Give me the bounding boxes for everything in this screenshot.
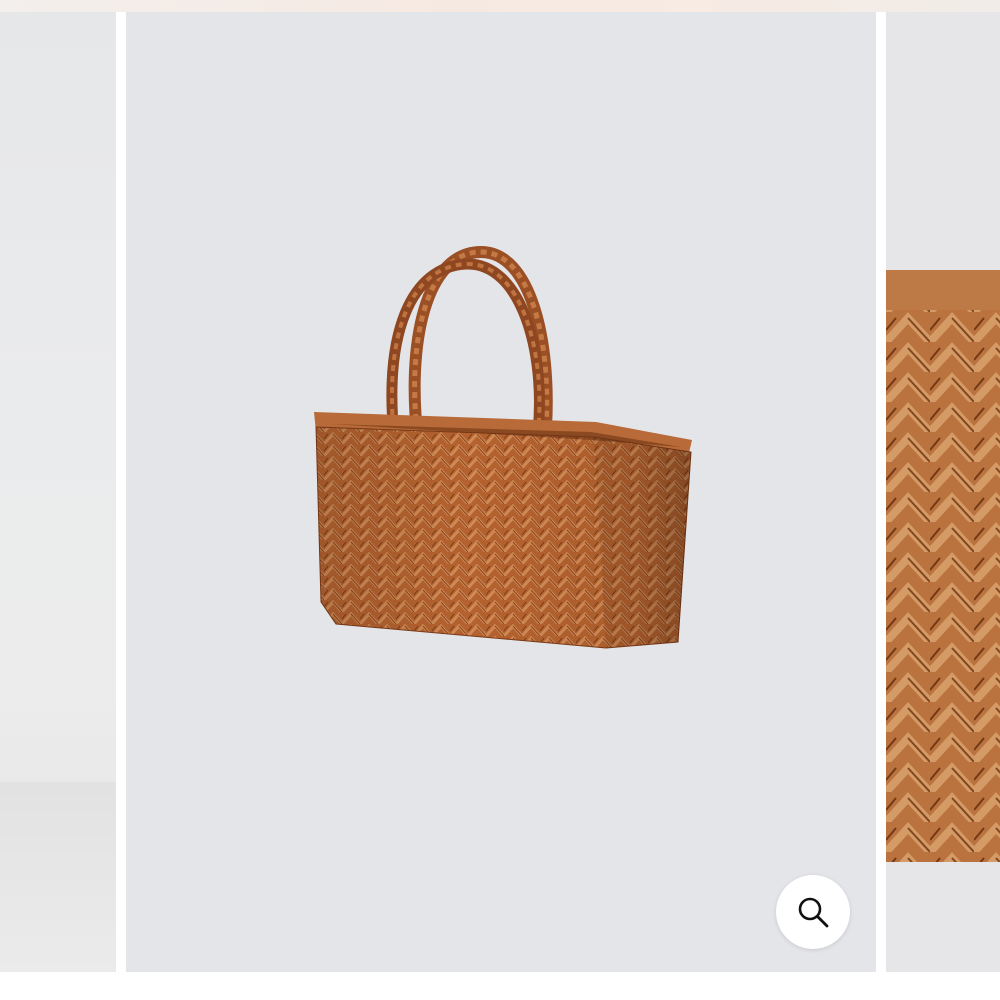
magnifier-icon bbox=[798, 897, 829, 928]
woven-leather-detail-image bbox=[886, 270, 1000, 862]
product-image-carousel[interactable] bbox=[0, 12, 1000, 972]
woven-leather-tote-image bbox=[314, 245, 692, 649]
bottom-strip bbox=[0, 972, 1000, 1000]
next-product-image-closeup[interactable] bbox=[886, 12, 1000, 972]
previous-product-image[interactable] bbox=[0, 12, 116, 972]
zoom-button[interactable] bbox=[776, 875, 850, 949]
backdrop-floor bbox=[0, 782, 116, 972]
top-strip bbox=[0, 0, 1000, 12]
tote-bag-product-image[interactable] bbox=[126, 12, 876, 972]
